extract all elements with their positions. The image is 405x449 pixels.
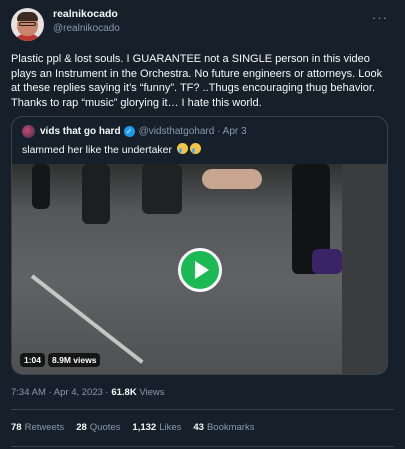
video-figure [82,164,110,224]
likes-stat[interactable]: 1,132 Likes [132,422,181,433]
crying-face-icon [189,143,201,154]
crying-face-icon [176,143,188,154]
video-badges: 1:04 8.9M views [20,353,101,367]
video-figure [202,169,262,189]
video-figure [342,164,387,374]
quoted-author-avatar[interactable] [22,125,35,138]
tweet-views-label: Views [136,387,165,398]
tweet-timestamp[interactable]: 7:34 AM · Apr 4, 2023 · [11,387,111,398]
quoted-author-handle-date: @vidsthatgohard · Apr 3 [138,126,247,137]
video-player[interactable]: 1:04 8.9M views [12,164,387,374]
tweet-card: realnikocado @realnikocado ··· Plastic p… [0,0,405,449]
video-duration: 1:04 [20,353,46,367]
tweet-meta: 7:34 AM · Apr 4, 2023 · 61.8K Views [11,387,165,398]
likes-count: 1,132 [132,422,157,433]
retweets-stat[interactable]: 78 Retweets [11,422,64,433]
tweet-view-count: 61.8K [111,387,137,398]
quoted-tweet[interactable]: vids that go hard ✓ @vidsthatgohard · Ap… [11,116,388,375]
bookmarks-count: 43 [193,422,204,433]
verified-badge-icon: ✓ [123,126,135,137]
video-figure [32,164,50,209]
quoted-author-display-name[interactable]: vids that go hard [40,126,121,137]
quotes-stat[interactable]: 28 Quotes [76,422,120,433]
bookmarks-label: Bookmarks [206,422,255,433]
bookmarks-stat[interactable]: 43 Bookmarks [193,422,254,433]
author-names: realnikocado @realnikocado [53,8,120,35]
video-figure [142,164,182,214]
author-avatar[interactable] [11,8,44,41]
quoted-tweet-header: vids that go hard ✓ @vidsthatgohard · Ap… [22,125,247,138]
quotes-label: Quotes [89,422,121,433]
divider [11,446,394,447]
author-handle[interactable]: @realnikocado [53,23,120,35]
video-view-count: 8.9M views [48,353,101,367]
divider [11,409,394,410]
more-options-icon[interactable]: ··· [372,10,388,25]
author-display-name[interactable]: realnikocado [53,8,120,21]
video-figure [312,249,342,274]
retweets-count: 78 [11,422,22,433]
tweet-header: realnikocado @realnikocado ··· [11,8,394,44]
likes-label: Likes [159,422,182,433]
quoted-tweet-text: slammed her like the undertaker [22,144,172,156]
play-button-icon[interactable] [178,248,222,292]
tweet-text: Plastic ppl & lost souls. I GUARANTEE no… [11,53,383,109]
quoted-tweet-text-row: slammed her like the undertaker [22,143,201,156]
quotes-count: 28 [76,422,87,433]
retweets-label: Retweets [24,422,65,433]
engagement-stats: 78 Retweets 28 Quotes 1,132 Likes 43 Bookmar… [11,422,254,433]
